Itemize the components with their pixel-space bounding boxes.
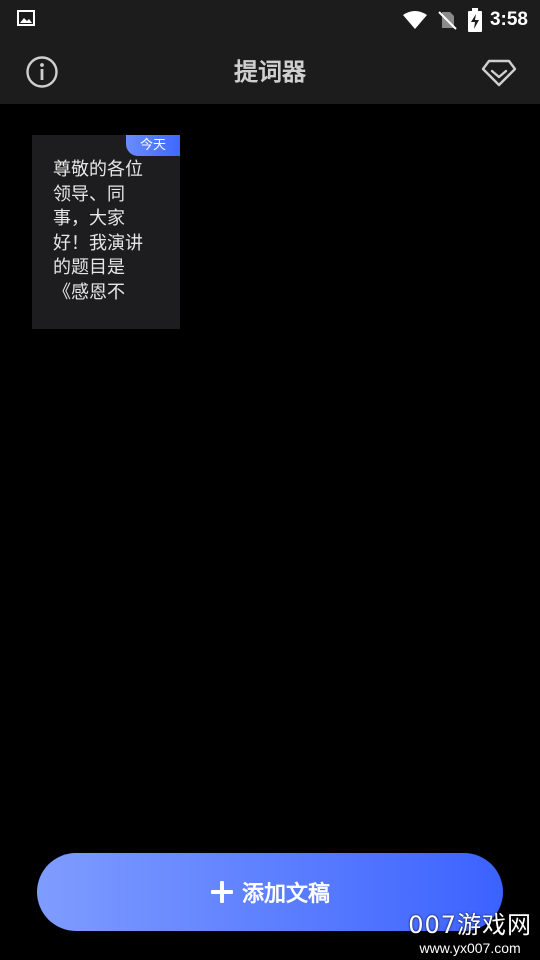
document-preview-text: 尊敬的各位领导、同事，大家好！我演讲的题目是《感恩不忘，扶助前行》: [53, 159, 143, 303]
document-card[interactable]: 今天 尊敬的各位领导、同事，大家好！我演讲的题目是《感恩不忘，扶助前行》: [32, 135, 180, 329]
watermark-main: 007游戏网: [408, 911, 532, 939]
battery-charging-icon: [467, 8, 482, 32]
page-title: 提词器: [234, 58, 306, 86]
diamond-vip-icon[interactable]: [480, 54, 518, 90]
watermark-sub: www.yx007.com: [419, 940, 521, 956]
wifi-icon: [402, 11, 427, 29]
date-badge: 今天: [126, 135, 180, 156]
site-watermark: 007游戏网 www.yx007.com: [408, 905, 532, 956]
plus-icon: [210, 881, 233, 903]
status-icons: 3:58: [402, 0, 528, 40]
gallery-notification-icon: [17, 10, 35, 26]
app-toolbar: 提词器: [0, 40, 540, 104]
status-bar: 3:58: [0, 0, 540, 40]
add-document-label: 添加文稿: [241, 882, 330, 907]
no-sim-icon: [438, 11, 457, 30]
status-time: 3:58: [489, 9, 528, 30]
